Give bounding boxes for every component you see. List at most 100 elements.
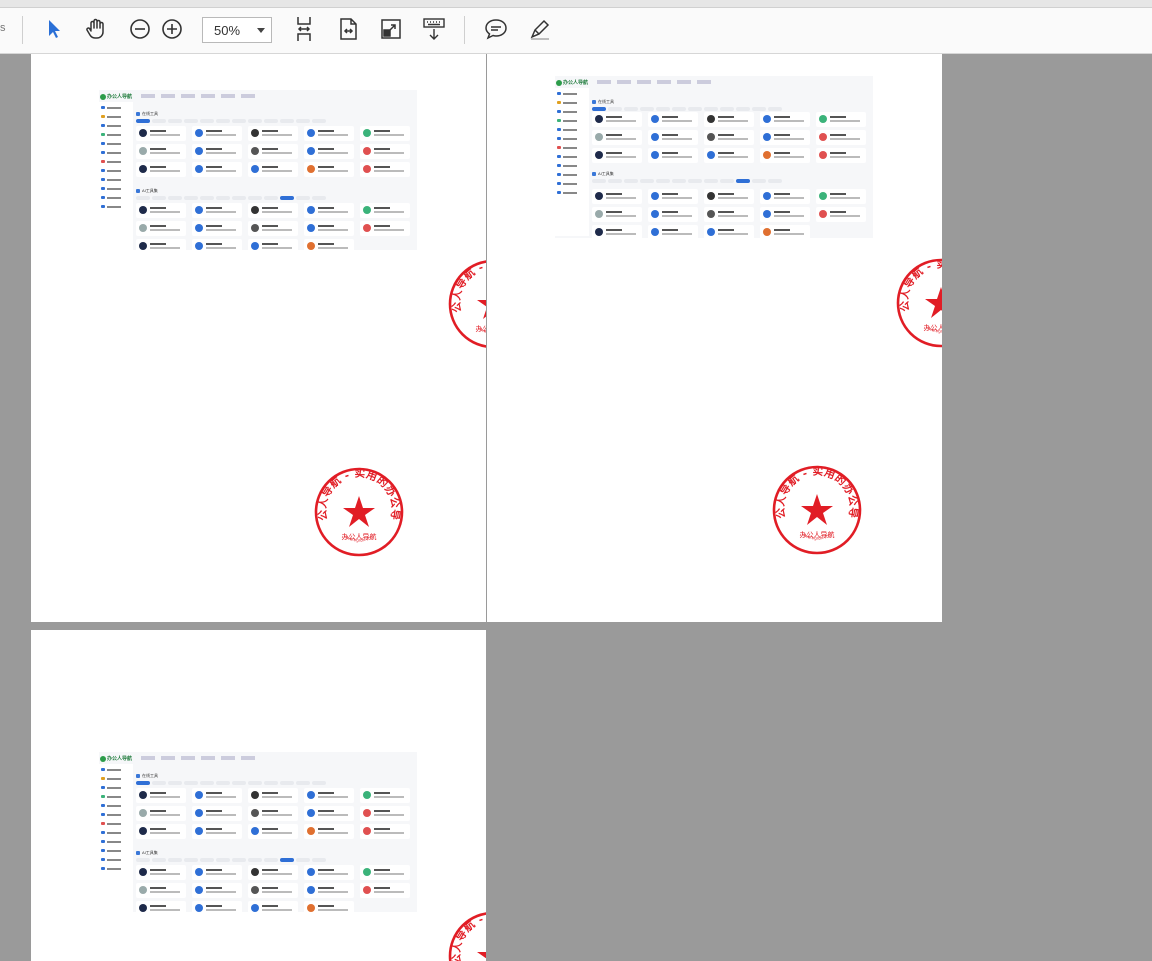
tool-icon xyxy=(251,206,259,214)
document-viewer[interactable]: 办公人导航 在线工具 AI工具集 办公人导航 - 实用的办公导航办公人导航www… xyxy=(0,54,1152,961)
section-title: 在线工具 xyxy=(592,99,614,105)
tool-icon xyxy=(707,133,715,141)
sidebar-item xyxy=(557,110,581,113)
section-tab xyxy=(184,781,198,785)
tool-icon xyxy=(251,165,259,173)
pdf-toolbar: s 50% xyxy=(0,0,1152,54)
tool-icon xyxy=(307,868,315,876)
section-tabs xyxy=(136,196,335,201)
tool-card xyxy=(592,130,642,145)
toolbar-top-border xyxy=(0,0,1152,8)
section-tab xyxy=(704,179,718,183)
chevron-down-icon xyxy=(257,28,265,33)
section-tab xyxy=(768,107,782,111)
fit-page-icon[interactable] xyxy=(290,15,318,43)
tool-card xyxy=(136,221,186,236)
top-nav-item xyxy=(181,94,195,98)
zoom-in-icon[interactable] xyxy=(158,15,186,43)
section-tab xyxy=(736,179,750,183)
hand-tool-icon[interactable] xyxy=(82,15,110,43)
full-screen-icon[interactable] xyxy=(377,15,405,43)
tool-icon xyxy=(251,791,259,799)
top-nav-item xyxy=(221,94,235,98)
tool-card xyxy=(248,788,298,803)
tool-icon xyxy=(307,809,315,817)
section-tabs xyxy=(136,858,335,863)
section-tab xyxy=(136,196,150,200)
section-tab xyxy=(264,196,278,200)
section-tab xyxy=(736,107,750,111)
tool-icon xyxy=(139,886,147,894)
red-seal-stamp: 办公人导航 - 实用的办公导航办公人导航www.bgrdh.com xyxy=(313,466,405,558)
tool-card xyxy=(136,806,186,821)
zoom-select[interactable]: 50% xyxy=(202,17,272,43)
tool-card xyxy=(648,112,698,127)
section-tab xyxy=(152,858,166,862)
tool-card xyxy=(192,144,242,159)
tool-card xyxy=(192,126,242,141)
sidebar-item xyxy=(101,151,125,154)
keyboard-scroll-icon[interactable] xyxy=(420,15,448,43)
tool-card xyxy=(248,239,298,250)
tool-icon xyxy=(819,192,827,200)
tool-icon xyxy=(139,165,147,173)
highlight-pen-icon[interactable] xyxy=(526,15,554,43)
tool-card xyxy=(192,203,242,218)
zoom-out-icon[interactable] xyxy=(126,15,154,43)
section-tab xyxy=(768,179,782,183)
section-tab xyxy=(592,107,606,111)
tool-icon xyxy=(363,224,371,232)
section-tab xyxy=(136,119,150,123)
tool-icon xyxy=(595,133,603,141)
section-title: AI工具集 xyxy=(136,188,158,194)
section-tab xyxy=(280,781,294,785)
site-logo: 办公人导航 xyxy=(100,755,132,762)
top-nav-item xyxy=(181,756,195,760)
tool-card xyxy=(304,239,354,250)
tool-icon xyxy=(307,886,315,894)
tool-icon xyxy=(251,904,259,912)
select-arrow-icon[interactable] xyxy=(40,15,68,43)
top-nav-item xyxy=(241,94,255,98)
tool-icon xyxy=(307,224,315,232)
tool-icon xyxy=(363,827,371,835)
top-nav-item xyxy=(617,80,631,84)
tool-card xyxy=(648,130,698,145)
thumbnail-main: 在线工具 AI工具集 xyxy=(136,102,415,250)
page-screenshot-thumbnail: 办公人导航 在线工具 AI工具集 xyxy=(555,76,873,238)
toolbar-separator xyxy=(464,16,465,44)
sidebar-item xyxy=(101,840,125,843)
top-nav-item xyxy=(677,80,691,84)
section-tabs xyxy=(136,781,335,786)
tool-card xyxy=(192,824,242,839)
top-nav-item xyxy=(201,756,215,760)
sidebar-item xyxy=(101,813,125,816)
tool-card xyxy=(248,901,298,912)
star-icon xyxy=(925,287,942,318)
sidebar-item xyxy=(557,182,581,185)
tool-card xyxy=(704,112,754,127)
section-tabs xyxy=(592,179,791,184)
tool-card xyxy=(192,221,242,236)
tool-card xyxy=(192,162,242,177)
section-tab xyxy=(232,119,246,123)
tool-card xyxy=(248,865,298,880)
comment-icon[interactable] xyxy=(482,15,510,43)
tool-icon xyxy=(139,791,147,799)
star-icon xyxy=(801,494,833,525)
page-screenshot-thumbnail: 办公人导航 在线工具 AI工具集 xyxy=(99,90,417,250)
tool-card xyxy=(304,162,354,177)
fit-width-icon[interactable] xyxy=(334,15,362,43)
tool-icon xyxy=(195,791,203,799)
section-tab xyxy=(184,858,198,862)
tool-card xyxy=(304,788,354,803)
sidebar-item xyxy=(101,124,125,127)
tool-card xyxy=(192,865,242,880)
section-tab xyxy=(152,196,166,200)
tool-card xyxy=(304,865,354,880)
sidebar-item xyxy=(557,155,581,158)
tool-card xyxy=(304,203,354,218)
section-tab xyxy=(248,119,262,123)
section-tab xyxy=(624,179,638,183)
red-seal-stamp: 办公人导航 - 实用的办公导航办公人导航www.bgrdh.com xyxy=(771,464,863,556)
